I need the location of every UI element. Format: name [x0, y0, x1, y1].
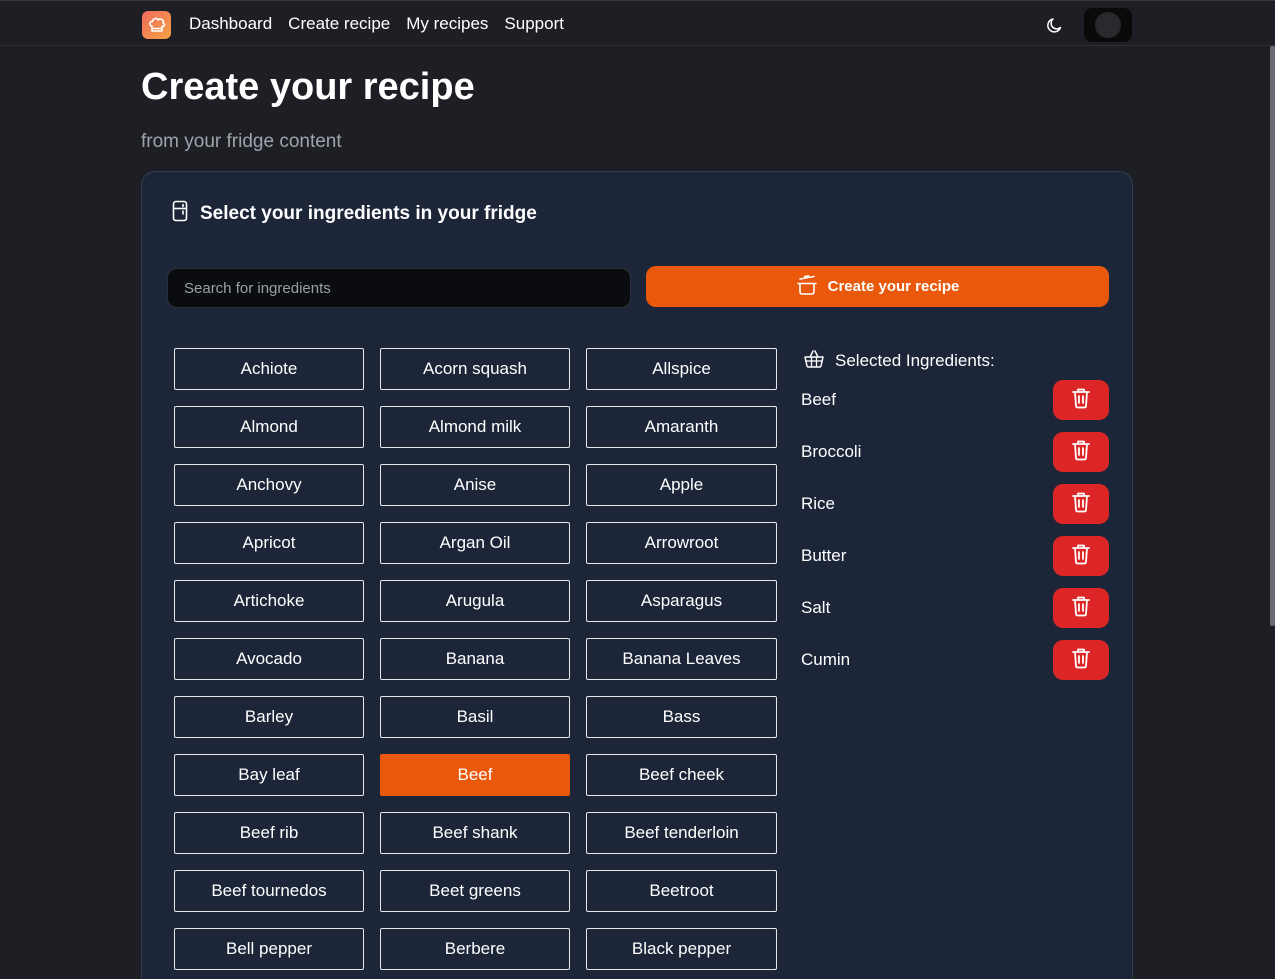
ingredient-button[interactable]: Artichoke	[174, 580, 364, 622]
page-title: Create your recipe	[141, 66, 475, 108]
nav-dashboard[interactable]: Dashboard	[189, 14, 272, 34]
selected-ingredient-name: Rice	[801, 494, 836, 513]
ingredient-button[interactable]: Almond	[174, 406, 364, 448]
selected-ingredients-list: Beef Broccoli Rice Butter Salt Cumin	[801, 380, 1109, 692]
selected-ingredient-row: Cumin	[801, 640, 1109, 692]
ingredient-button[interactable]: Basil	[380, 696, 570, 738]
moon-icon[interactable]	[1045, 15, 1065, 35]
ingredient-button[interactable]: Banana	[380, 638, 570, 680]
ingredient-button[interactable]: Black pepper	[586, 928, 777, 970]
user-menu-button[interactable]	[1084, 8, 1132, 42]
nav-support[interactable]: Support	[504, 14, 564, 34]
ingredient-button[interactable]: Apricot	[174, 522, 364, 564]
ingredient-button[interactable]: Achiote	[174, 348, 364, 390]
ingredient-button[interactable]: Arrowroot	[586, 522, 777, 564]
ingredient-search-input[interactable]	[167, 268, 631, 308]
ingredient-button[interactable]: Amaranth	[586, 406, 777, 448]
remove-ingredient-button[interactable]	[1053, 484, 1109, 524]
top-navbar: Dashboard Create recipe My recipes Suppo…	[0, 0, 1275, 46]
selected-ingredients-title: Selected Ingredients:	[835, 351, 995, 370]
ingredient-card: Select your ingredients in your fridge C…	[141, 171, 1133, 979]
ingredient-button[interactable]: Apple	[586, 464, 777, 506]
ingredient-button[interactable]: Beef	[380, 754, 570, 796]
trash-icon	[1071, 491, 1091, 518]
remove-ingredient-button[interactable]	[1053, 380, 1109, 420]
selected-ingredient-name: Beef	[801, 390, 836, 409]
chef-hat-logo-icon[interactable]	[142, 11, 171, 39]
create-recipe-button[interactable]: Create your recipe	[646, 266, 1109, 307]
ingredient-button[interactable]: Bass	[586, 696, 777, 738]
remove-ingredient-button[interactable]	[1053, 588, 1109, 628]
ingredient-button[interactable]: Beef cheek	[586, 754, 777, 796]
ingredient-button[interactable]: Anise	[380, 464, 570, 506]
selected-ingredient-name: Salt	[801, 598, 831, 617]
fridge-icon	[170, 200, 190, 227]
page: Dashboard Create recipe My recipes Suppo…	[0, 0, 1275, 979]
selected-ingredient-row: Salt	[801, 588, 1109, 640]
trash-icon	[1071, 439, 1091, 466]
ingredient-grid: Achiote Acorn squash Allspice Almond Almond …	[174, 348, 777, 970]
basket-icon	[803, 349, 825, 374]
create-recipe-label: Create your recipe	[827, 278, 960, 295]
ingredient-button[interactable]: Beef tournedos	[174, 870, 364, 912]
avatar	[1095, 12, 1121, 38]
trash-icon	[1071, 543, 1091, 570]
nav-my-recipes[interactable]: My recipes	[406, 14, 488, 34]
ingredient-button[interactable]: Barley	[174, 696, 364, 738]
main-nav: Dashboard Create recipe My recipes Suppo…	[189, 1, 564, 47]
ingredient-button[interactable]: Allspice	[586, 348, 777, 390]
ingredient-button[interactable]: Beef shank	[380, 812, 570, 854]
ingredient-button[interactable]: Bell pepper	[174, 928, 364, 970]
ingredient-button[interactable]: Berbere	[380, 928, 570, 970]
nav-create-recipe[interactable]: Create recipe	[288, 14, 390, 34]
page-scrollbar[interactable]	[1270, 46, 1275, 626]
ingredient-button[interactable]: Arugula	[380, 580, 570, 622]
selected-ingredient-name: Broccoli	[801, 442, 862, 461]
ingredient-button[interactable]: Beet greens	[380, 870, 570, 912]
ingredient-button[interactable]: Avocado	[174, 638, 364, 680]
trash-icon	[1071, 387, 1091, 414]
ingredient-button[interactable]: Anchovy	[174, 464, 364, 506]
cooking-pot-icon	[796, 274, 818, 300]
ingredient-button[interactable]: Beef rib	[174, 812, 364, 854]
selected-ingredient-name: Cumin	[801, 650, 851, 669]
selected-ingredient-row: Butter	[801, 536, 1109, 588]
page-subtitle: from your fridge content	[141, 131, 342, 152]
ingredient-button[interactable]: Beef tenderloin	[586, 812, 777, 854]
selected-ingredients-panel: Selected Ingredients: Beef Broccoli Rice Bu…	[801, 348, 1109, 692]
selected-ingredient-row: Broccoli	[801, 432, 1109, 484]
ingredient-button[interactable]: Argan Oil	[380, 522, 570, 564]
ingredient-button[interactable]: Almond milk	[380, 406, 570, 448]
remove-ingredient-button[interactable]	[1053, 536, 1109, 576]
trash-icon	[1071, 647, 1091, 674]
ingredient-button[interactable]: Beetroot	[586, 870, 777, 912]
selected-ingredient-row: Beef	[801, 380, 1109, 432]
selected-ingredients-header: Selected Ingredients:	[803, 348, 1109, 374]
remove-ingredient-button[interactable]	[1053, 640, 1109, 680]
ingredient-button[interactable]: Asparagus	[586, 580, 777, 622]
ingredient-button[interactable]: Acorn squash	[380, 348, 570, 390]
trash-icon	[1071, 595, 1091, 622]
card-header: Select your ingredients in your fridge	[170, 200, 537, 227]
selected-ingredient-name: Butter	[801, 546, 847, 565]
selected-ingredient-row: Rice	[801, 484, 1109, 536]
ingredient-button[interactable]: Bay leaf	[174, 754, 364, 796]
card-title: Select your ingredients in your fridge	[200, 202, 537, 224]
ingredient-button[interactable]: Banana Leaves	[586, 638, 777, 680]
remove-ingredient-button[interactable]	[1053, 432, 1109, 472]
